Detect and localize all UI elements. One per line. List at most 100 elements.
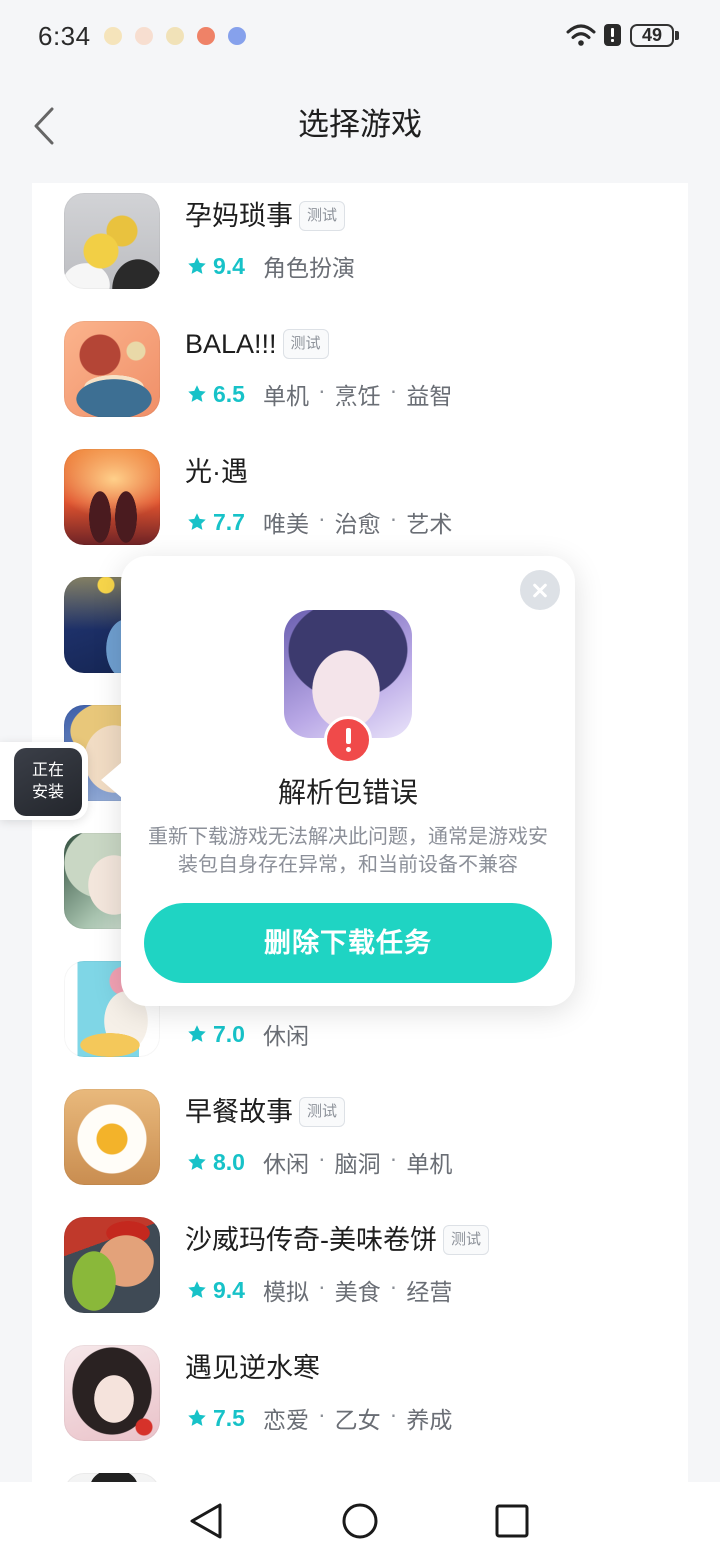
delete-download-task-button[interactable]: 删除下载任务 — [144, 903, 552, 983]
tag-separator: · — [317, 1145, 326, 1171]
test-badge: 测试 — [443, 1225, 490, 1255]
game-icon — [64, 1345, 160, 1441]
error-dialog: 解析包错误 重新下载游戏无法解决此问题，通常是游戏安装包自身存在异常，和当前设备… — [101, 556, 575, 1006]
home-icon[interactable] — [342, 1503, 378, 1539]
game-tag: 益智 — [406, 383, 453, 409]
game-info: 早餐故事 测试 8.0 休闲 · 脑洞 · 单机 — [185, 1089, 452, 1201]
game-info: BALA!!! 测试 6.5 单机 · 烹饪 · 益智 — [185, 321, 452, 433]
tag-separator: · — [389, 505, 398, 531]
game-list-item[interactable]: BALA!!! 测试 6.5 单机 · 烹饪 · 益智 — [32, 305, 688, 433]
game-icon — [64, 1089, 160, 1185]
recents-icon[interactable] — [495, 1504, 529, 1538]
game-title: 光·遇 — [185, 457, 248, 487]
app-notification-icon — [166, 27, 184, 45]
game-list-item[interactable]: 孕妈琐事 测试 9.4 角色扮演 — [32, 183, 688, 305]
game-tag: 单机 — [262, 383, 309, 409]
game-tag: 美食 — [334, 1279, 381, 1305]
battery-tip — [675, 31, 679, 40]
game-rating: 9.4 — [213, 1276, 245, 1303]
game-tags: 角色扮演 — [263, 249, 355, 283]
app-notification-icon — [228, 27, 246, 45]
game-title-line: 沙威玛传奇-美味卷饼 测试 — [185, 1223, 490, 1257]
game-tags: 恋爱 · 乙女 · 养成 — [263, 1401, 452, 1435]
back-icon[interactable] — [188, 1501, 224, 1541]
tag-separator: · — [389, 1273, 398, 1299]
dialog-pointer — [101, 762, 122, 798]
game-tag: 烹饪 — [334, 383, 381, 409]
installing-label-line: 正在 — [31, 762, 64, 779]
game-info: 光·遇 7.7 唯美 · 治愈 · 艺术 — [185, 449, 452, 561]
game-tag: 经营 — [406, 1279, 453, 1305]
dialog-title: 解析包错误 — [277, 777, 418, 808]
status-time: 6:34 — [38, 21, 91, 51]
game-list-item[interactable]: 沙威玛传奇-美味卷饼 测试 9.4 模拟 · 美食 · 经营 — [32, 1201, 688, 1329]
game-icon — [64, 1217, 160, 1313]
tag-separator: · — [317, 377, 326, 403]
game-tags: 模拟 · 美食 · 经营 — [263, 1273, 452, 1307]
app-notification-icon — [135, 27, 153, 45]
game-rating-row: 7.0 休闲 — [185, 1019, 309, 1049]
close-icon[interactable] — [520, 570, 560, 610]
game-tag: 休闲 — [262, 1151, 309, 1177]
star-icon — [186, 1023, 208, 1045]
game-tag: 休闲 — [262, 1023, 309, 1049]
tag-separator: · — [317, 505, 326, 531]
game-tag: 恋爱 — [262, 1407, 309, 1433]
game-rating: 8.0 — [213, 1148, 245, 1175]
game-icon — [64, 321, 160, 417]
game-rating-row: 7.7 唯美 · 治愈 · 艺术 — [185, 505, 452, 537]
dialog-description: 重新下载游戏无法解决此问题，通常是游戏安装包自身存在异常，和当前设备不兼容 — [148, 826, 548, 876]
star-icon — [186, 383, 208, 405]
game-tag: 单机 — [406, 1151, 453, 1177]
exclamation-icon — [324, 716, 372, 764]
tag-separator: · — [317, 1401, 326, 1427]
game-title: 沙威玛传奇-美味卷饼 — [185, 1225, 437, 1255]
star-icon — [186, 511, 208, 533]
game-info: 沙威玛传奇-美味卷饼 测试 9.4 模拟 · 美食 · 经营 — [185, 1217, 490, 1329]
game-title: BALA!!! — [185, 329, 277, 359]
game-tags: 休闲 · 脑洞 · 单机 — [263, 1145, 452, 1179]
game-info: 孕妈琐事 测试 9.4 角色扮演 — [185, 193, 355, 305]
game-tag: 唯美 — [262, 511, 309, 537]
game-rating: 7.7 — [213, 508, 245, 535]
game-tags: 单机 · 烹饪 · 益智 — [263, 377, 452, 411]
test-badge: 测试 — [299, 1097, 346, 1127]
game-tag: 角色扮演 — [262, 255, 355, 281]
game-title: 孕妈琐事 — [185, 201, 293, 231]
game-list-item[interactable] — [32, 1457, 688, 1482]
notification-icons — [104, 27, 246, 45]
game-rating-row: 6.5 单机 · 烹饪 · 益智 — [185, 377, 452, 411]
game-rating: 7.0 — [213, 1020, 245, 1047]
installing-label-line: 安装 — [31, 784, 64, 801]
game-list-item[interactable]: 早餐故事 测试 8.0 休闲 · 脑洞 · 单机 — [32, 1073, 688, 1201]
game-title: 早餐故事 — [185, 1097, 293, 1127]
game-rating-row: 9.4 模拟 · 美食 · 经营 — [185, 1273, 489, 1307]
game-tag: 养成 — [406, 1407, 453, 1433]
installing-widget[interactable]: 正在 安装 — [0, 742, 88, 820]
game-rating: 6.5 — [213, 380, 245, 407]
status-bar: 6:34 49 — [0, 0, 720, 72]
game-rating: 7.5 — [213, 1404, 245, 1431]
game-rating-row: 9.4 角色扮演 — [185, 251, 355, 281]
test-badge: 测试 — [282, 329, 329, 359]
game-rating-row: 7.5 恋爱 · 乙女 · 养成 — [185, 1401, 452, 1435]
game-list-item[interactable]: 光·遇 7.7 唯美 · 治愈 · 艺术 — [32, 433, 688, 561]
tag-separator: · — [389, 377, 398, 403]
installing-thumbnail[interactable]: 正在 安装 — [14, 748, 82, 816]
game-tag: 模拟 — [262, 1279, 309, 1305]
game-tags: 休闲 — [263, 1017, 309, 1051]
star-icon — [186, 255, 208, 277]
game-icon — [64, 193, 160, 289]
system-nav-bar — [0, 1482, 720, 1560]
game-tag: 乙女 — [334, 1407, 381, 1433]
wifi-icon — [566, 24, 596, 46]
game-title-line: BALA!!! 测试 — [185, 327, 452, 361]
game-title: 遇见逆水寒 — [185, 1353, 320, 1383]
game-tag: 治愈 — [334, 511, 381, 537]
game-rating-row: 8.0 休闲 · 脑洞 · 单机 — [185, 1145, 452, 1179]
game-tag: 脑洞 — [334, 1151, 381, 1177]
game-list-item[interactable]: 遇见逆水寒 7.5 恋爱 · 乙女 · 养成 — [32, 1329, 688, 1457]
game-title-line: 孕妈琐事 测试 — [185, 199, 355, 233]
game-rating: 9.4 — [213, 252, 245, 279]
star-icon — [186, 1279, 208, 1301]
